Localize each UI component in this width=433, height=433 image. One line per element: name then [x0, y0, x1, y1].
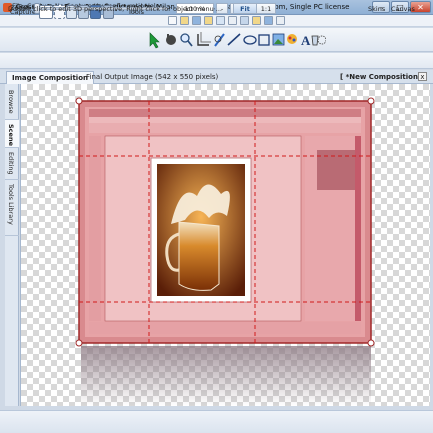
fit-button[interactable]: Fit: [233, 3, 257, 14]
line-icon[interactable]: [227, 33, 241, 46]
side-tab-scene-label: Scene: [7, 124, 15, 146]
handle-top-right[interactable]: [367, 97, 375, 105]
text-icon[interactable]: A: [301, 33, 311, 48]
magnifier-icon[interactable]: [180, 33, 193, 47]
close-composition-button[interactable]: x: [418, 72, 427, 81]
export-icon[interactable]: [252, 16, 261, 25]
bucket-icon[interactable]: [311, 35, 319, 46]
inner-app-status: [89, 322, 361, 334]
paint-icon[interactable]: [287, 34, 297, 44]
beer-mug: [178, 221, 220, 291]
copy-icon[interactable]: [276, 16, 285, 25]
svg-text:A: A: [301, 33, 311, 48]
hand-icon[interactable]: [166, 34, 176, 45]
composition-canvas[interactable]: [20, 84, 430, 406]
pen-icon[interactable]: [214, 33, 225, 47]
zoom-bar: [0, 53, 433, 69]
new-file-icon[interactable]: [168, 16, 177, 25]
side-tab-tools-library-label: Tools Library: [7, 184, 15, 225]
side-tab-tools-library[interactable]: Tools Library: [5, 180, 19, 236]
tools-palette: A: [149, 32, 326, 49]
print-icon[interactable]: [228, 16, 237, 25]
folder-icon[interactable]: [204, 16, 213, 25]
side-tab-editing-label: Editing: [7, 152, 15, 175]
canvas-menu[interactable]: Canvas: [391, 5, 415, 13]
side-tab-editing[interactable]: Editing: [5, 148, 19, 180]
ellipse-icon[interactable]: [243, 35, 257, 45]
composition-name: [ *New Composition ]: [340, 73, 424, 81]
handle-bottom-right[interactable]: [367, 339, 375, 347]
output-size-label: Final Output Image (542 x 550 pixels): [86, 73, 219, 81]
object-reflection: [81, 346, 371, 406]
handle-bottom-left[interactable]: [75, 339, 83, 347]
inner-app-swatch: [317, 150, 357, 190]
inner-app-titlebar: [89, 109, 361, 117]
send-icon[interactable]: [264, 16, 273, 25]
actual-size-button[interactable]: 1:1: [256, 3, 276, 14]
pointer-icon[interactable]: [149, 32, 160, 49]
screen-icon[interactable]: [240, 16, 249, 25]
tab-image-composition[interactable]: Image Composition: [6, 71, 94, 84]
inner-app-toolbox: [89, 136, 101, 321]
inner-app-color-strip: [355, 136, 361, 321]
side-tab-browse[interactable]: Browse: [5, 86, 19, 120]
side-tab-browse-label: Browse: [7, 90, 15, 114]
crop-icon[interactable]: [197, 32, 211, 46]
rectangle-icon[interactable]: [258, 34, 270, 46]
inner-app-menubar: [89, 117, 361, 123]
inner-app-toolbar: [89, 123, 361, 133]
handle-top-left[interactable]: [75, 97, 83, 105]
save-icon[interactable]: [192, 16, 201, 25]
canvas-scene: [75, 97, 375, 406]
side-tab-scene[interactable]: Scene: [5, 120, 19, 148]
status-bar: [0, 410, 433, 433]
status-text: Double click to edit 3D perspective, Rig…: [8, 5, 222, 13]
lasso-icon[interactable]: [317, 35, 326, 45]
open-folder-icon[interactable]: [180, 16, 189, 25]
email-icon[interactable]: [216, 16, 225, 25]
skins-menu[interactable]: Skins: [368, 5, 385, 13]
image-icon[interactable]: [272, 33, 285, 46]
